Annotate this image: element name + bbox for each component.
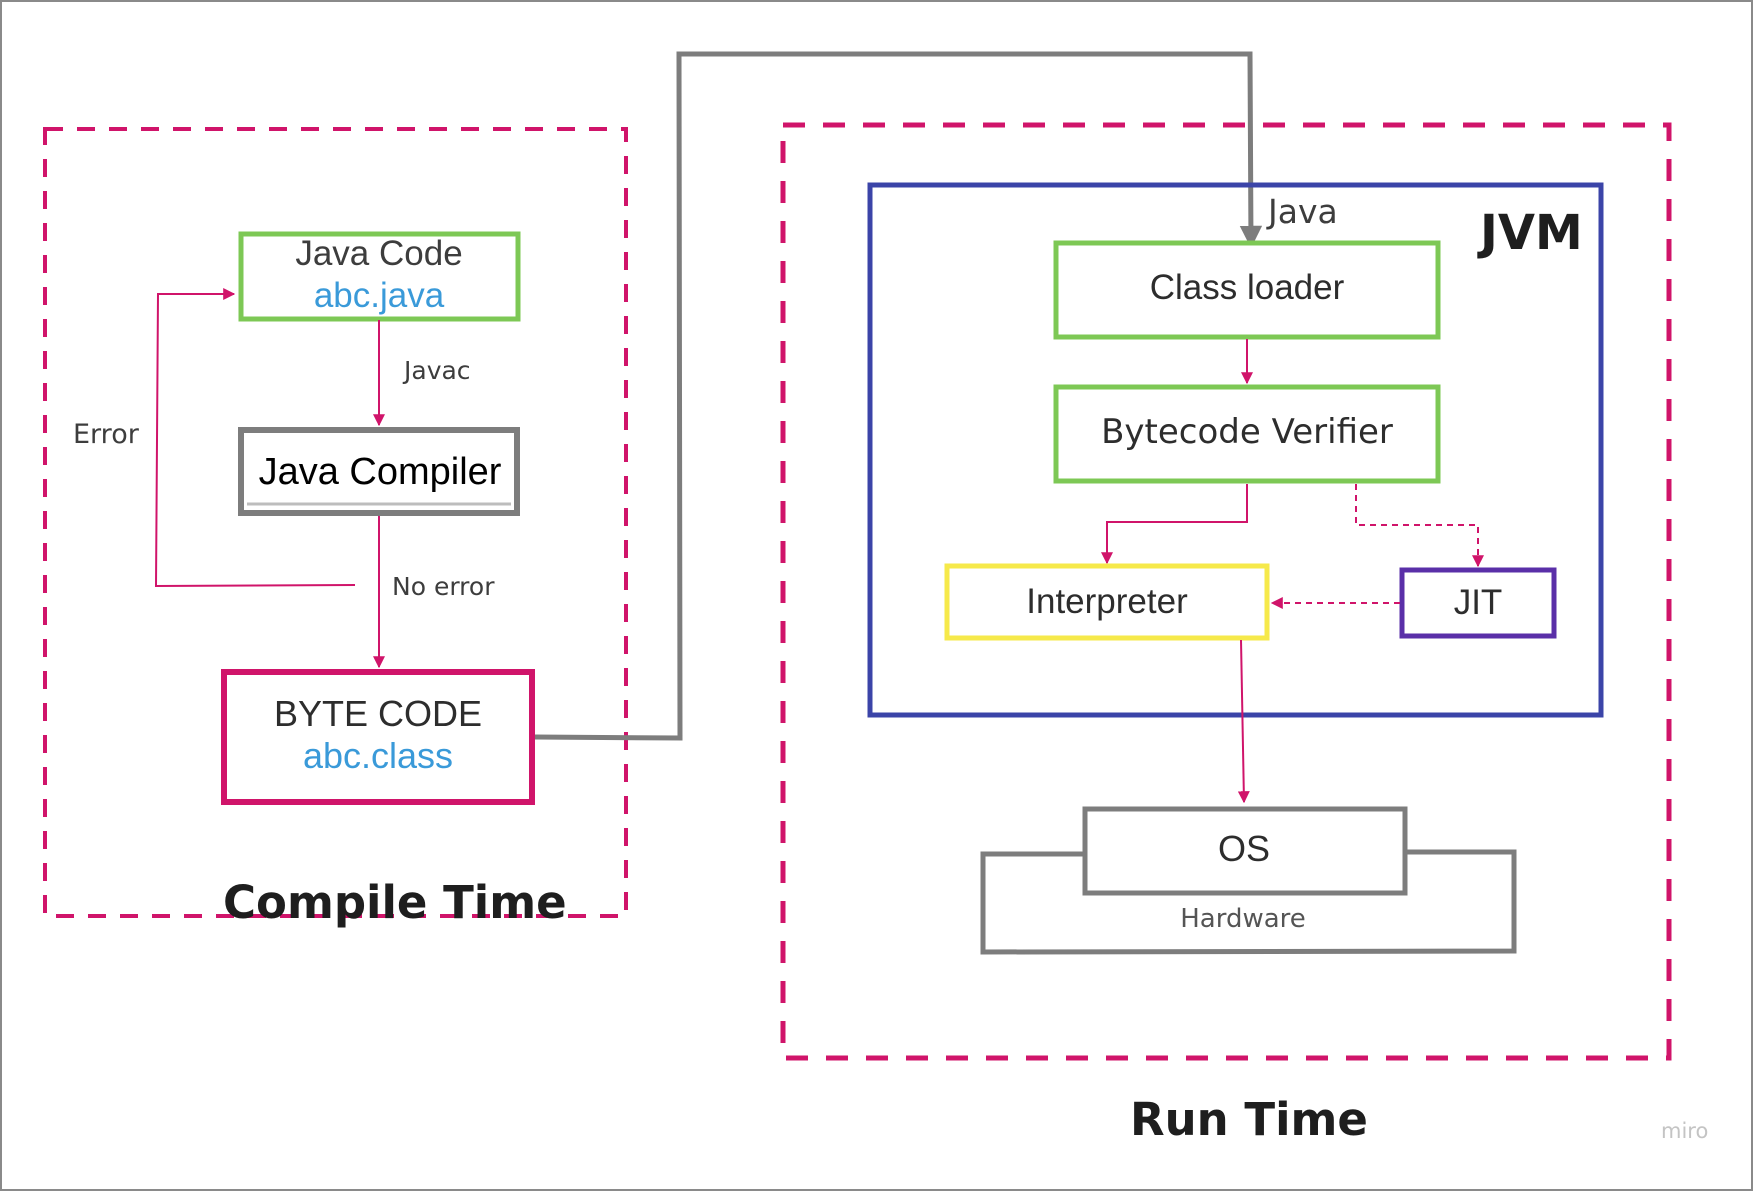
os-label: OS	[1218, 828, 1270, 869]
javac-label: Javac	[402, 356, 471, 385]
compile-time-title: Compile Time	[223, 876, 567, 929]
class-loader-node[interactable]: Class loader	[1053, 240, 1441, 340]
os-node[interactable]: OS	[1082, 806, 1408, 896]
jit-node[interactable]: JIT	[1399, 567, 1557, 639]
hardware-label: Hardware	[1180, 904, 1306, 934]
run-time-region: JVM Java Class loader Bytecode Verifier …	[780, 122, 1672, 1146]
bytecode-verifier-label: Bytecode Verifier	[1101, 412, 1393, 452]
jvm-label: JVM	[1477, 205, 1583, 261]
java-code-filename: abc.java	[314, 276, 445, 315]
byte-code-filename: abc.class	[303, 735, 453, 776]
interpreter-label: Interpreter	[1026, 582, 1188, 621]
jit-label: JIT	[1454, 583, 1503, 622]
class-loader-label: Class loader	[1150, 268, 1345, 307]
java-code-label: Java Code	[295, 234, 462, 273]
byte-code-node[interactable]: BYTE CODE abc.class	[221, 669, 535, 805]
error-label: Error	[73, 419, 140, 450]
miro-watermark: miro	[1661, 1119, 1708, 1143]
interpreter-to-os-arrow	[1237, 639, 1250, 804]
interpreter-node[interactable]: Interpreter	[944, 563, 1270, 641]
compile-time-region: Java Code abc.java Javac Java Compiler E…	[43, 127, 628, 929]
diagram-canvas: Java Code abc.java Javac Java Compiler E…	[0, 0, 1753, 1191]
no-error-label: No error	[392, 572, 495, 601]
java-compiler-node[interactable]: Java Compiler	[238, 427, 520, 516]
java-compiler-label: Java Compiler	[259, 451, 502, 493]
java-code-node[interactable]: Java Code abc.java	[238, 231, 521, 322]
bytecode-verifier-node[interactable]: Bytecode Verifier	[1053, 384, 1441, 484]
jvm-input-label: Java	[1266, 192, 1338, 231]
verifier-to-interpreter-arrow	[1101, 484, 1248, 565]
run-time-title: Run Time	[1130, 1093, 1368, 1146]
diagram-svg: Java Code abc.java Javac Java Compiler E…	[43, 51, 1708, 1146]
byte-code-label: BYTE CODE	[274, 693, 482, 734]
verifier-to-jit-arrow	[1355, 484, 1484, 568]
